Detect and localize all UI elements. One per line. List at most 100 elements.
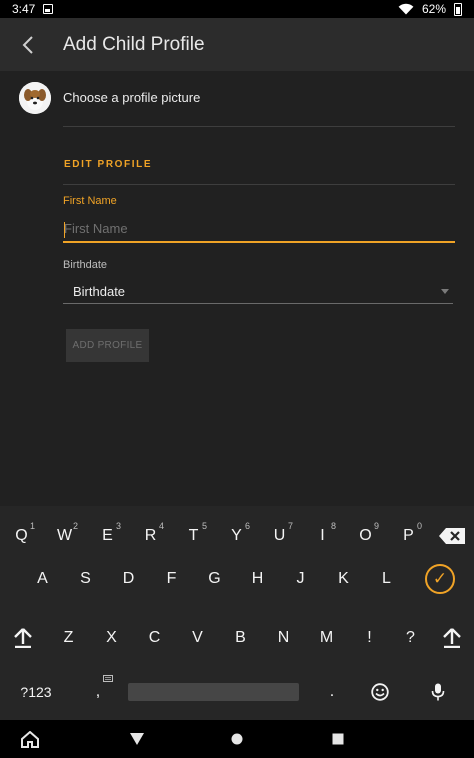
comma-key[interactable]: , bbox=[78, 670, 118, 714]
key-hint: 6 bbox=[244, 521, 250, 531]
battery-icon bbox=[454, 2, 462, 16]
key-exclamation[interactable]: ! bbox=[348, 616, 391, 660]
symbols-key[interactable]: ?123 bbox=[8, 670, 64, 714]
key-label: , bbox=[95, 683, 101, 700]
key-label: ! bbox=[367, 629, 372, 646]
avatar[interactable] bbox=[19, 82, 51, 114]
back-button[interactable] bbox=[0, 18, 56, 71]
add-profile-button[interactable]: ADD PROFILE bbox=[66, 329, 149, 362]
key-hint: 5 bbox=[201, 521, 207, 531]
done-key[interactable]: ✓ bbox=[410, 557, 470, 601]
circle-home-icon bbox=[231, 733, 243, 745]
choose-picture-label[interactable]: Choose a profile picture bbox=[63, 90, 200, 105]
key-hint: 9 bbox=[373, 521, 379, 531]
home-button[interactable] bbox=[0, 720, 60, 758]
backspace-icon bbox=[439, 528, 465, 544]
key-hint: 1 bbox=[29, 521, 35, 531]
image-notification-icon bbox=[43, 4, 54, 14]
key-c[interactable]: C bbox=[133, 616, 176, 660]
key-a[interactable]: A bbox=[21, 557, 64, 601]
key-label: ? bbox=[406, 629, 415, 646]
key-j[interactable]: J bbox=[279, 557, 322, 601]
divider bbox=[63, 184, 455, 185]
first-name-label: First Name bbox=[63, 195, 117, 207]
voice-input-key[interactable] bbox=[418, 670, 458, 714]
key-p[interactable]: P0 bbox=[387, 514, 430, 558]
key-label: U bbox=[273, 527, 286, 544]
status-right: 62% bbox=[398, 2, 462, 16]
key-label: E bbox=[102, 527, 113, 544]
key-g[interactable]: G bbox=[193, 557, 236, 601]
back-arrow-icon bbox=[22, 35, 33, 54]
home-icon bbox=[21, 730, 39, 748]
key-hint: 4 bbox=[158, 521, 164, 531]
key-n[interactable]: N bbox=[262, 616, 305, 660]
key-label: L bbox=[382, 570, 391, 587]
key-label: I bbox=[320, 527, 325, 544]
square-recents-icon bbox=[332, 733, 344, 745]
key-label: W bbox=[56, 527, 73, 544]
key-q[interactable]: Q1 bbox=[0, 514, 43, 558]
key-b[interactable]: B bbox=[219, 616, 262, 660]
text-cursor bbox=[64, 222, 65, 238]
status-time: 3:47 bbox=[12, 2, 36, 16]
key-label: Y bbox=[231, 527, 242, 544]
shift-key[interactable] bbox=[0, 616, 46, 660]
key-t[interactable]: T5 bbox=[172, 514, 215, 558]
key-hint: 3 bbox=[115, 521, 121, 531]
checkmark-icon: ✓ bbox=[425, 564, 455, 594]
key-label: X bbox=[106, 629, 117, 646]
back-nav-button[interactable] bbox=[107, 720, 167, 758]
soft-keyboard: Q1 W2 E3 R4 T5 Y6 U7 I8 O9 P0 A S D F G … bbox=[0, 506, 474, 720]
space-key[interactable] bbox=[128, 683, 299, 701]
key-label: T bbox=[188, 527, 199, 544]
first-name-input[interactable] bbox=[63, 216, 455, 243]
key-o[interactable]: O9 bbox=[344, 514, 387, 558]
status-left: 3:47 bbox=[12, 2, 54, 16]
key-k[interactable]: K bbox=[322, 557, 365, 601]
key-label: B bbox=[235, 629, 246, 646]
key-l[interactable]: L bbox=[365, 557, 408, 601]
key-d[interactable]: D bbox=[107, 557, 150, 601]
key-hint: 8 bbox=[330, 521, 336, 531]
key-s[interactable]: S bbox=[64, 557, 107, 601]
birthdate-value: Birthdate bbox=[73, 283, 126, 299]
backspace-key[interactable] bbox=[430, 514, 474, 558]
key-label: O bbox=[359, 527, 372, 544]
key-r[interactable]: R4 bbox=[129, 514, 172, 558]
key-label: K bbox=[338, 570, 349, 587]
key-y[interactable]: Y6 bbox=[215, 514, 258, 558]
key-question[interactable]: ? bbox=[391, 616, 430, 660]
key-w[interactable]: W2 bbox=[43, 514, 86, 558]
page-title: Add Child Profile bbox=[63, 33, 205, 55]
choose-picture-row[interactable]: Choose a profile picture bbox=[0, 71, 474, 126]
microphone-icon bbox=[431, 683, 445, 701]
key-label: G bbox=[208, 570, 221, 587]
key-i[interactable]: I8 bbox=[301, 514, 344, 558]
key-f[interactable]: F bbox=[150, 557, 193, 601]
overview-button[interactable] bbox=[207, 720, 267, 758]
birthdate-dropdown[interactable]: Birthdate bbox=[63, 279, 453, 304]
key-x[interactable]: X bbox=[90, 616, 133, 660]
app-bar: Add Child Profile bbox=[0, 18, 474, 71]
dropdown-arrow-icon bbox=[441, 288, 449, 294]
key-m[interactable]: M bbox=[305, 616, 348, 660]
key-u[interactable]: U7 bbox=[258, 514, 301, 558]
key-v[interactable]: V bbox=[176, 616, 219, 660]
wifi-icon bbox=[398, 3, 414, 15]
emoji-icon bbox=[371, 683, 389, 701]
key-e[interactable]: E3 bbox=[86, 514, 129, 558]
section-title: EDIT PROFILE bbox=[64, 159, 153, 170]
key-z[interactable]: Z bbox=[47, 616, 90, 660]
emoji-key[interactable] bbox=[360, 670, 400, 714]
period-key[interactable]: . bbox=[312, 670, 352, 714]
shift-key-right[interactable] bbox=[430, 616, 474, 660]
key-label: V bbox=[192, 629, 203, 646]
recents-button[interactable] bbox=[308, 720, 368, 758]
key-label: A bbox=[37, 570, 48, 587]
keyboard-settings-icon bbox=[103, 675, 113, 682]
key-h[interactable]: H bbox=[236, 557, 279, 601]
key-label: Q bbox=[15, 527, 28, 544]
main-content: Choose a profile picture EDIT PROFILE Fi… bbox=[0, 71, 474, 506]
key-hint: 7 bbox=[287, 521, 293, 531]
